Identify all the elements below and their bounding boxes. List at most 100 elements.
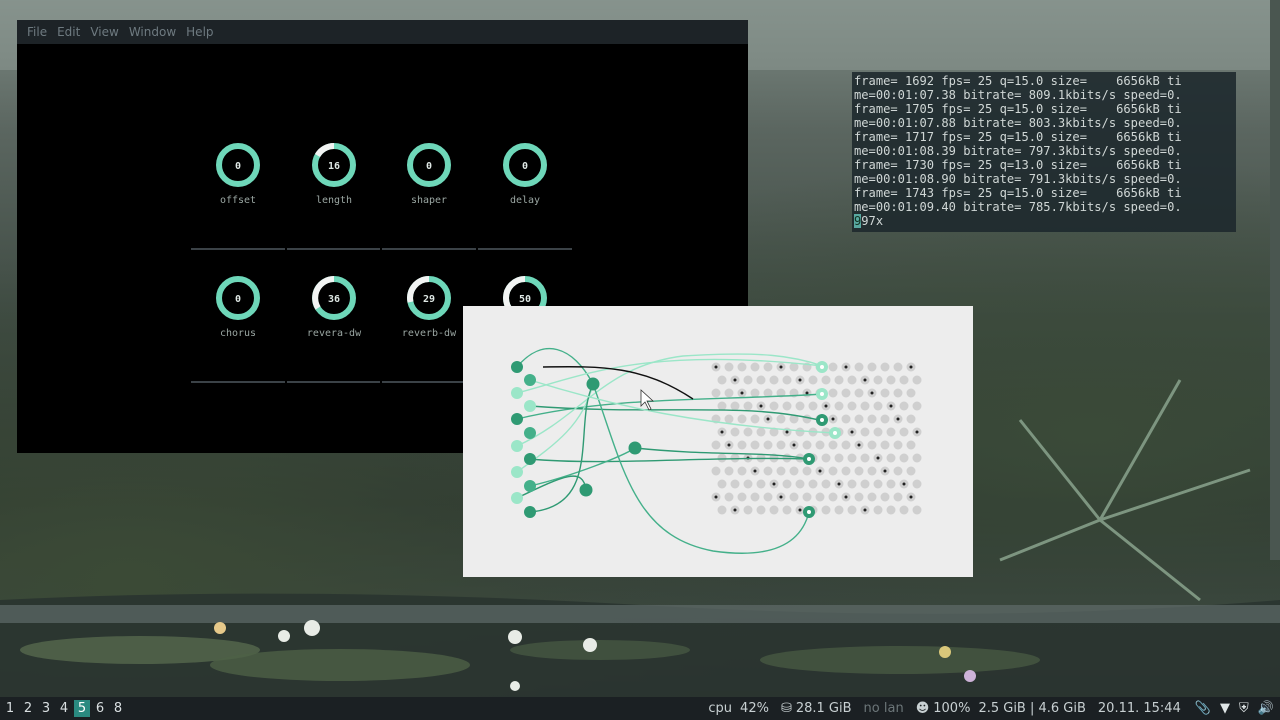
grid-pad <box>717 401 727 411</box>
knob-offset[interactable]: 0 offset <box>190 142 286 206</box>
knob-dial: 36 <box>312 276 356 320</box>
grid-pad <box>750 414 760 424</box>
menu-edit[interactable]: Edit <box>57 25 80 39</box>
clock: 20.11. 15:44 <box>1097 701 1181 716</box>
grid-pad <box>756 479 766 489</box>
terminal-window[interactable]: frame= 1692 fps= 25 q=15.0 size= 6656kB … <box>852 72 1236 232</box>
graph-node-center[interactable] <box>820 392 824 396</box>
grid-pad-dot <box>798 508 802 512</box>
menu-view[interactable]: View <box>90 25 118 39</box>
paperclip-icon[interactable]: 📎 <box>1195 701 1211 716</box>
grid-pad <box>802 440 812 450</box>
workspace-3[interactable]: 3 <box>38 700 54 717</box>
grid-pad <box>886 427 896 437</box>
volume-icon[interactable]: 🔊 <box>1258 701 1274 716</box>
grid-pad <box>867 492 877 502</box>
node-graph-canvas[interactable] <box>463 306 973 577</box>
graph-node[interactable] <box>524 400 536 412</box>
grid-pad-dot <box>772 482 776 486</box>
svg-text:36: 36 <box>328 294 340 305</box>
network-status: no lan <box>863 701 904 716</box>
graph-node[interactable] <box>524 480 536 492</box>
terminal-line: me=00:01:09.40 bitrate= 785.7kbits/s spe… <box>854 200 1182 214</box>
knob-chorus[interactable]: 0 chorus <box>190 275 286 339</box>
grid-pad <box>860 453 870 463</box>
graph-node[interactable] <box>511 387 523 399</box>
graph-node-center[interactable] <box>820 365 824 369</box>
knob-revera-dw[interactable]: 36 revera-dw <box>286 275 382 339</box>
knob-delay[interactable]: 0 delay <box>477 142 573 206</box>
wifi-icon[interactable]: ▼ <box>1220 701 1230 716</box>
grid-pad <box>886 479 896 489</box>
graph-node[interactable] <box>511 466 523 478</box>
grid-pad <box>867 362 877 372</box>
grid-pad <box>828 492 838 502</box>
graph-node[interactable] <box>511 492 523 504</box>
graph-node[interactable] <box>586 377 600 391</box>
grid-pad-dot <box>779 495 783 499</box>
grid-pad <box>893 362 903 372</box>
svg-text:0: 0 <box>426 161 432 172</box>
graph-node[interactable] <box>579 483 593 497</box>
menu-file[interactable]: File <box>27 25 47 39</box>
divider <box>287 248 380 250</box>
grid-pad-dot <box>824 404 828 408</box>
grid-pad <box>880 362 890 372</box>
grid-pad <box>854 388 864 398</box>
terminal-line: frame= 1692 fps= 25 q=15.0 size= 6656kB … <box>854 74 1182 88</box>
svg-text:16: 16 <box>328 161 340 172</box>
grid-pad <box>730 427 740 437</box>
grid-pad <box>899 401 909 411</box>
workspace-6[interactable]: 6 <box>92 700 108 717</box>
graph-node[interactable] <box>524 506 536 518</box>
graph-node[interactable] <box>628 441 642 455</box>
graph-node[interactable] <box>511 440 523 452</box>
graph-node-center[interactable] <box>820 418 824 422</box>
knob-label: delay <box>509 195 541 206</box>
grid-pad <box>886 375 896 385</box>
grid-pad <box>717 375 727 385</box>
divider <box>191 381 285 383</box>
workspace-1[interactable]: 1 <box>2 700 18 717</box>
graph-node[interactable] <box>524 427 536 439</box>
knob-shaper[interactable]: 0 shaper <box>381 142 477 206</box>
divider <box>382 248 476 250</box>
grid-pad <box>873 427 883 437</box>
svg-text:0: 0 <box>235 294 241 305</box>
grid-pad-dot <box>759 404 763 408</box>
workspace-2[interactable]: 2 <box>20 700 36 717</box>
grid-pad <box>756 375 766 385</box>
grid-pad <box>808 401 818 411</box>
graph-node-center[interactable] <box>807 457 811 461</box>
workspace-4[interactable]: 4 <box>56 700 72 717</box>
grid-pad-dot <box>714 365 718 369</box>
shield-icon[interactable]: ⛨ <box>1239 701 1249 716</box>
workspace-5[interactable]: 5 <box>74 700 90 717</box>
graph-node-center[interactable] <box>833 431 837 435</box>
graph-node[interactable] <box>524 374 536 386</box>
menu-window[interactable]: Window <box>129 25 176 39</box>
grid-pad <box>750 388 760 398</box>
grid-pad <box>802 466 812 476</box>
grid-pad <box>763 466 773 476</box>
graph-node[interactable] <box>524 453 536 465</box>
grid-pad <box>873 505 883 515</box>
divider <box>191 248 285 250</box>
graph-node[interactable] <box>511 413 523 425</box>
graph-node[interactable] <box>511 361 523 373</box>
terminal-line: frame= 1705 fps= 25 q=15.0 size= 6656kB … <box>854 102 1182 116</box>
menu-help[interactable]: Help <box>186 25 213 39</box>
grid-pad <box>867 414 877 424</box>
grid-pad-dot <box>863 378 867 382</box>
disk-usage: 28.1 GiB <box>795 701 852 716</box>
cpu-label: cpu <box>708 701 733 716</box>
grid-pad <box>867 440 877 450</box>
knob-length[interactable]: 16 length <box>286 142 382 206</box>
node-graph-window[interactable] <box>463 306 973 577</box>
smiley-icon: ☻ <box>915 701 930 716</box>
grid-pad <box>834 453 844 463</box>
graph-node-center[interactable] <box>807 510 811 514</box>
grid-pad <box>795 479 805 489</box>
mouse-cursor-icon <box>640 389 655 411</box>
workspace-8[interactable]: 8 <box>110 700 126 717</box>
